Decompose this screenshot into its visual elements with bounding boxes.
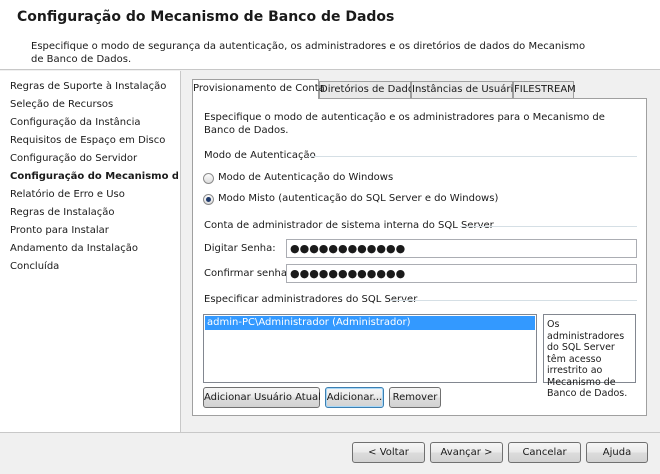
- sidebar-item-configuracao-servidor[interactable]: Configuração do Servidor: [10, 151, 178, 167]
- sidebar-item-requisitos-disco[interactable]: Requisitos de Espaço em Disco: [10, 133, 178, 149]
- list-item[interactable]: admin-PC\Administrador (Administrador): [205, 316, 535, 330]
- radio-windows-auth[interactable]: [203, 173, 214, 184]
- sidebar-item-concluida[interactable]: Concluída: [10, 259, 178, 275]
- page-title: Configuração do Mecanismo de Banco de Da…: [17, 9, 395, 25]
- password-field[interactable]: ●●●●●●●●●●●●: [286, 239, 637, 258]
- confirm-password-label: Confirmar senha:: [204, 268, 291, 279]
- radio-mixed-auth[interactable]: [203, 194, 214, 205]
- tab-filestream[interactable]: FILESTREAM: [513, 81, 576, 98]
- help-button[interactable]: Ajuda: [586, 442, 648, 463]
- add-button[interactable]: Adicionar...: [325, 387, 384, 408]
- panel-intro: Especifique o modo de autenticação e os …: [204, 112, 605, 136]
- auth-group-divider: [308, 156, 637, 157]
- admins-listbox[interactable]: admin-PC\Administrador (Administrador): [203, 314, 537, 383]
- sidebar-item-pronto-instalar[interactable]: Pronto para Instalar: [10, 223, 178, 239]
- tab-instancias-usuario[interactable]: Instâncias de Usuário: [411, 81, 519, 98]
- cancel-button[interactable]: Cancelar: [508, 442, 581, 463]
- radio-windows-auth-label[interactable]: Modo de Autenticação do Windows: [218, 172, 393, 183]
- admins-help-text: Os administradores do SQL Server têm ace…: [543, 314, 636, 399]
- sidebar-item-configuracao-instancia[interactable]: Configuração da Instância: [10, 115, 178, 131]
- confirm-password-field[interactable]: ●●●●●●●●●●●●: [286, 264, 637, 283]
- sidebar-item-regras-instalacao[interactable]: Regras de Instalação: [10, 205, 178, 221]
- sidebar: Regras de Suporte à Instalação Seleção d…: [0, 71, 181, 432]
- sa-group-label: Conta de administrador de sistema intern…: [204, 220, 494, 231]
- sidebar-item-andamento-instalacao[interactable]: Andamento da Instalação: [10, 241, 178, 257]
- next-button[interactable]: Avançar >: [430, 442, 503, 463]
- admins-group-divider: [391, 300, 637, 301]
- sidebar-item-regras-suporte[interactable]: Regras de Suporte à Instalação: [10, 79, 178, 95]
- password-label: Digitar Senha:: [204, 243, 276, 254]
- remove-button[interactable]: Remover: [389, 387, 441, 408]
- sidebar-item-selecao-recursos[interactable]: Seleção de Recursos: [10, 97, 178, 113]
- sidebar-item-relatorio-erro[interactable]: Relatório de Erro e Uso: [10, 187, 178, 203]
- radio-selected-dot: [206, 197, 211, 202]
- page-description: Especifique o modo de segurança da auten…: [31, 41, 586, 65]
- sidebar-item-configuracao-mecanismo[interactable]: Configuração do Mecanismo de B...: [10, 169, 178, 185]
- auth-group-label: Modo de Autenticação: [204, 150, 316, 161]
- tab-provisionamento-conta[interactable]: Provisionamento de Conta: [192, 79, 325, 99]
- tab-diretorios-dados[interactable]: Diretórios de Dados: [319, 81, 419, 98]
- back-button[interactable]: < Voltar: [352, 442, 425, 463]
- sa-group-divider: [460, 226, 637, 227]
- header: Configuração do Mecanismo de Banco de Da…: [0, 0, 660, 70]
- radio-mixed-auth-label[interactable]: Modo Misto (autenticação do SQL Server e…: [218, 193, 498, 204]
- admins-group-label: Especificar administradores do SQL Serve…: [204, 294, 418, 305]
- add-current-user-button[interactable]: Adicionar Usuário Atual: [203, 387, 321, 408]
